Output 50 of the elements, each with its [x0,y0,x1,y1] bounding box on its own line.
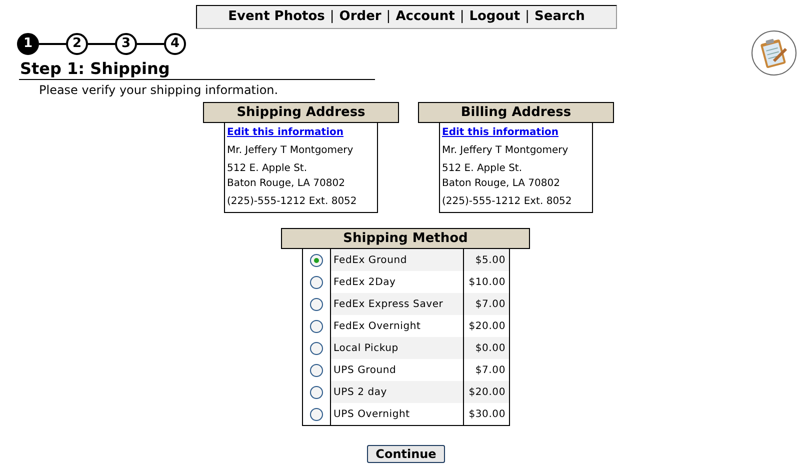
clipboard-icon[interactable] [751,30,797,76]
method-price: $5.00 [475,254,506,268]
method-price: $20.00 [468,386,506,400]
section-header: Shipping Method [281,228,530,249]
method-price: $10.00 [468,276,506,290]
city-address: Baton Rouge, LA 70802 [227,177,345,191]
address-name: Mr. Jeffery T Montgomery [227,144,354,158]
radio-button[interactable] [310,386,322,398]
separator: | [328,8,336,26]
edit-link[interactable]: Edit this information [227,125,344,140]
phone-number: (225)-555-1212 Ext. 8052 [227,195,357,209]
nav-link[interactable]: Account [396,7,455,27]
section-header: Shipping Address [203,102,399,123]
method-name: UPS Ground [334,364,396,378]
section-header: Billing Address [418,102,614,123]
radio-button[interactable] [310,320,322,332]
separator: | [458,8,466,26]
radio-button[interactable] [310,254,322,266]
method-name: UPS Overnight [334,408,410,422]
intro-text: Please verify your shipping information. [39,83,280,97]
edit-link[interactable]: Edit this information [442,125,559,140]
page-title: Step 1: Shipping [19,59,171,79]
continue-button[interactable]: Continue [367,445,445,463]
address-name: Mr. Jeffery T Montgomery [442,144,568,158]
separator: | [524,8,531,26]
method-name: FedEx Overnight [334,320,421,334]
method-price: $20.00 [468,320,506,334]
street-address: 512 E. Apple St. [227,162,308,176]
radio-button[interactable] [310,364,322,376]
method-price: $0.00 [475,342,506,356]
method-name: FedEx Express Saver [334,298,444,312]
radio-button[interactable] [310,276,322,288]
nav-link[interactable]: Search [534,7,585,27]
method-name: FedEx Ground [334,254,408,268]
nav-link[interactable]: Event Photos [228,7,325,27]
city-address: Baton Rouge, LA 70802 [442,177,560,191]
separator: | [385,8,392,26]
method-name: Local Pickup [334,342,398,356]
street-address: 512 E. Apple St. [442,162,522,176]
method-price: $7.00 [475,298,506,312]
method-name: FedEx 2Day [334,276,396,290]
method-price: $7.00 [475,364,506,378]
method-price: $30.00 [468,408,506,422]
method-name: UPS 2 day [334,386,388,400]
radio-button[interactable] [310,342,322,354]
nav-link[interactable]: Logout [469,7,520,27]
nav-link[interactable]: Order [339,7,382,27]
radio-button[interactable] [310,298,322,310]
phone-number: (225)-555-1212 Ext. 8052 [442,195,572,209]
radio-button[interactable] [310,408,322,420]
